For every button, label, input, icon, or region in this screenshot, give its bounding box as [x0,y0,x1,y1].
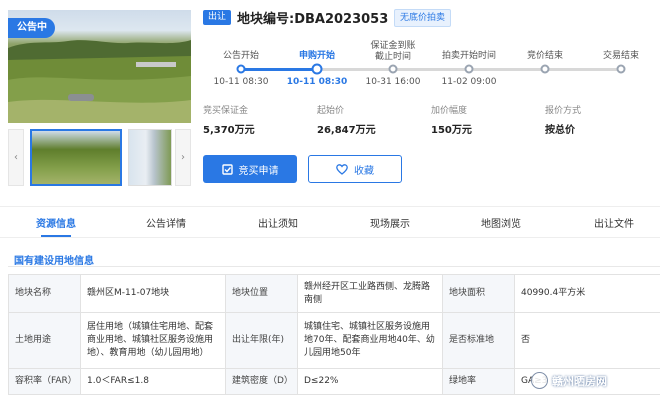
watermark-text: 赣州晒房网 [552,374,607,388]
table-cell: 是否标准地 [442,312,515,369]
step-label: 公告开始 [222,51,260,61]
table-cell: 地块面积 [442,274,515,313]
step-dot [616,64,626,74]
step-dot [311,63,323,75]
thumbnail-strip: ‹ › [8,129,191,186]
tab-site-display[interactable]: 现场展示 [370,215,410,230]
thumbnail-1[interactable] [30,129,122,186]
table-row: 土地用途 居住用地（城镇住宅用地、配套商业用地、城镇社区服务设施用地）、教育用地… [8,312,660,369]
watermark-logo-icon [531,372,548,389]
table-cell: 土地用途 [8,312,81,369]
table-cell: 居住用地（城镇住宅用地、配套商业用地、城镇社区服务设施用地）、教育用地（幼儿园用… [80,312,226,369]
watermark: 赣州晒房网 [531,372,607,389]
table-cell: 绿地率 [442,368,515,395]
tab-map[interactable]: 地图浏览 [481,215,521,230]
step-time: 10-31 16:00 [365,77,421,87]
table-cell: 1.0＜FAR≤1.8 [80,368,226,395]
table-cell: 40990.4平方米 [514,274,660,313]
favorite-button[interactable]: 收藏 [308,155,402,183]
table-cell: 容积率（FAR） [8,368,81,395]
step-label: 拍卖开始时间 [441,51,497,61]
favorite-button-label: 收藏 [354,165,374,177]
bid-method-value: 按总价 [545,125,575,136]
step-label: 交易结束 [602,51,640,61]
main-photo[interactable]: 公告中 [8,10,191,123]
step-label: 申购开始 [298,51,336,61]
table-cell: 地块位置 [225,274,298,313]
section-divider [8,266,660,267]
timeline-progress [240,68,317,71]
status-badge: 公告中 [8,18,55,38]
table-cell: D≤22% [297,368,443,395]
table-cell: 赣州区M-11-07地块 [80,274,226,313]
step-dot [540,64,550,74]
heart-icon [336,163,348,175]
apply-button-label: 竞买申请 [238,165,279,177]
tab-notice[interactable]: 出让须知 [258,215,298,230]
increment-label: 加价幅度 [431,106,468,116]
table-cell: 建筑密度（D） [225,368,298,395]
step-time: 10-11 08:30 [213,77,269,87]
tab-files[interactable]: 出让文件 [594,215,634,230]
step-time: 11-02 09:00 [441,77,497,87]
table-row: 地块名称 赣州区M-11-07地块 地块位置 赣州经开区工业路西侧、龙腾路南侧 … [8,274,660,313]
prev-arrow-button[interactable]: ‹ [8,129,24,186]
page-title: 地块编号:DBA2023053 [237,12,389,27]
tab-resource-info[interactable]: 资源信息 [36,215,76,230]
table-cell: 地块名称 [8,274,81,313]
step-dot [464,64,474,74]
bid-method-label: 报价方式 [545,106,582,116]
detail-tabs: 资源信息 公告详情 出让须知 现场展示 地图浏览 出让文件 [0,206,660,238]
step-dot [388,64,398,74]
table-cell: 城镇住宅、城镇社区服务设施用地70年、配套商业用地40年、幼儿园用地50年 [297,312,443,369]
apply-button[interactable]: 竞买申请 [203,155,297,183]
auction-type-tag: 无底价拍卖 [394,9,452,27]
increment-value: 150万元 [431,125,472,136]
table-cell: 赣州经开区工业路西侧、龙腾路南侧 [297,274,443,313]
start-price-label: 起始价 [317,106,345,116]
section-title: 国有建设用地信息 [14,256,94,267]
start-price-value: 26,847万元 [317,125,376,136]
deposit-value: 5,370万元 [203,125,255,136]
step-time: 10-11 08:30 [286,77,348,87]
next-arrow-button[interactable]: › [175,129,191,186]
step-label: 保证金到账 截止时间 [370,41,416,62]
table-cell: 否 [514,312,660,369]
active-tab-indicator [41,235,71,237]
apply-icon [221,163,233,175]
step-dot [236,64,246,74]
out-tag: 出让 [203,10,232,25]
deposit-label: 竞买保证金 [203,106,249,116]
thumbnail-2[interactable] [128,129,172,186]
step-label: 竞价结束 [526,51,564,61]
table-cell: 出让年限(年) [225,312,298,369]
tab-announcement[interactable]: 公告详情 [146,215,186,230]
